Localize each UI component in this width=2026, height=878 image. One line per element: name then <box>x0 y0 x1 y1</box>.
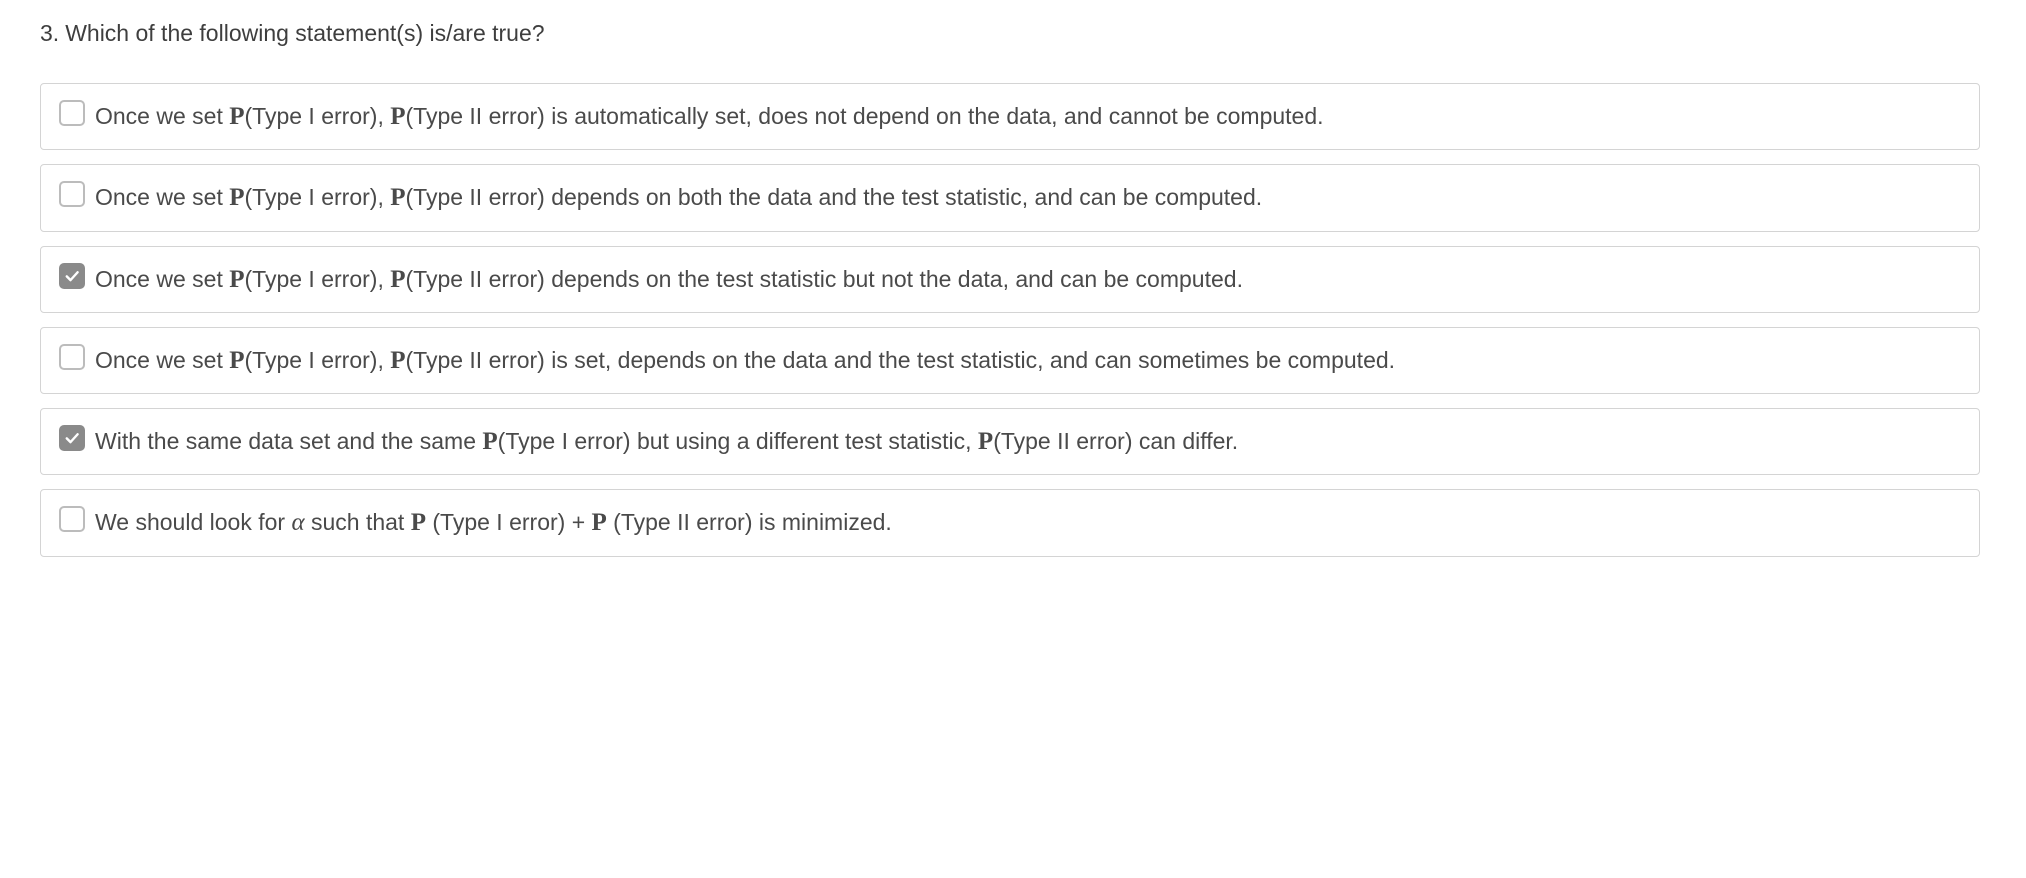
text-segment: (Type II error) <box>406 103 545 129</box>
p-symbol: P <box>390 266 405 293</box>
checkbox-unchecked[interactable] <box>59 344 85 370</box>
text-segment: (Type I error) <box>245 103 378 129</box>
text-segment: (Type I error) <box>245 184 378 210</box>
choice-item[interactable]: Once we set P(Type I error), P(Type II e… <box>40 327 1980 394</box>
text-segment: Once we set <box>95 184 229 210</box>
checkbox-checked[interactable] <box>59 263 85 289</box>
p-symbol: P <box>978 428 993 455</box>
text-segment: (Type I error) <box>245 266 378 292</box>
text-segment: With the same data set and the same <box>95 428 482 454</box>
checkbox-unchecked[interactable] <box>59 100 85 126</box>
p-symbol: P <box>390 184 405 211</box>
question-container: 3. Which of the following statement(s) i… <box>40 20 1980 557</box>
choice-text: We should look for α such that P (Type I… <box>95 504 1961 541</box>
text-segment: such that <box>305 509 411 535</box>
choice-item[interactable]: Once we set P(Type I error), P(Type II e… <box>40 246 1980 313</box>
p-symbol: P <box>229 347 244 374</box>
question-text: Which of the following statement(s) is/a… <box>65 20 544 47</box>
choices-list: Once we set P(Type I error), P(Type II e… <box>40 83 1980 557</box>
choice-item[interactable]: Once we set P(Type I error), P(Type II e… <box>40 164 1980 231</box>
text-segment: can differ. <box>1133 428 1239 454</box>
p-symbol: P <box>229 184 244 211</box>
text-segment: , <box>377 266 390 292</box>
text-segment: (Type II error) <box>406 347 545 373</box>
text-segment: (Type I error) <box>498 428 631 454</box>
text-segment: Once we set <box>95 347 229 373</box>
choice-item[interactable]: Once we set P(Type I error), P(Type II e… <box>40 83 1980 150</box>
text-segment: Once we set <box>95 103 229 129</box>
text-segment: We should look for <box>95 509 291 535</box>
text-segment: depends on the test statistic but not th… <box>545 266 1243 292</box>
text-segment: (Type II error) <box>406 266 545 292</box>
p-symbol: P <box>411 509 426 536</box>
choice-text: Once we set P(Type I error), P(Type II e… <box>95 179 1961 216</box>
choice-item[interactable]: We should look for α such that P (Type I… <box>40 489 1980 556</box>
text-segment: (Type II error) <box>406 184 545 210</box>
p-symbol: P <box>390 347 405 374</box>
text-segment: , <box>377 103 390 129</box>
p-symbol: P <box>592 509 607 536</box>
text-segment: Once we set <box>95 266 229 292</box>
text-segment: is automatically set, does not depend on… <box>545 103 1324 129</box>
p-symbol: P <box>229 103 244 130</box>
text-segment: , <box>377 184 390 210</box>
choice-text: Once we set P(Type I error), P(Type II e… <box>95 98 1961 135</box>
checkmark-icon <box>63 267 81 285</box>
text-segment: (Type I error) + <box>426 509 592 535</box>
text-segment: (Type I error) <box>245 347 378 373</box>
checkbox-unchecked[interactable] <box>59 181 85 207</box>
checkmark-icon <box>63 429 81 447</box>
choice-text: Once we set P(Type I error), P(Type II e… <box>95 261 1961 298</box>
text-segment: , <box>377 347 390 373</box>
checkbox-checked[interactable] <box>59 425 85 451</box>
alpha-symbol: α <box>291 509 304 536</box>
text-segment: but using a different test statistic, <box>631 428 978 454</box>
choice-item[interactable]: With the same data set and the same P(Ty… <box>40 408 1980 475</box>
text-segment: depends on both the data and the test st… <box>545 184 1262 210</box>
question-number: 3. <box>40 20 59 47</box>
p-symbol: P <box>390 103 405 130</box>
p-symbol: P <box>482 428 497 455</box>
text-segment: is set, depends on the data and the test… <box>545 347 1395 373</box>
choice-text: With the same data set and the same P(Ty… <box>95 423 1961 460</box>
question-heading: 3. Which of the following statement(s) i… <box>40 20 1980 47</box>
choice-text: Once we set P(Type I error), P(Type II e… <box>95 342 1961 379</box>
text-segment: (Type II error) <box>993 428 1132 454</box>
text-segment: (Type II error) is minimized. <box>607 509 892 535</box>
p-symbol: P <box>229 266 244 293</box>
checkbox-unchecked[interactable] <box>59 506 85 532</box>
